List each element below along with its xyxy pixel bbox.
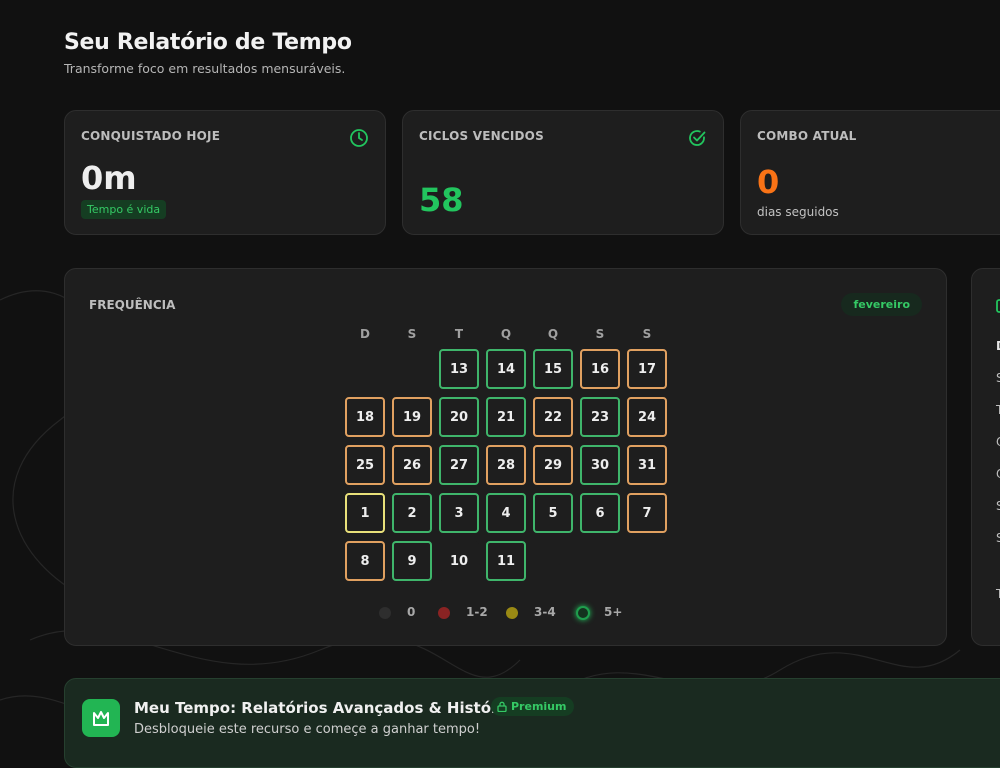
calendar-day[interactable]: 10 (439, 541, 479, 581)
card-combo: COMBO ATUAL 0 dias seguidos (740, 110, 1000, 235)
calendar-day[interactable]: 20 (439, 397, 479, 437)
premium-badge-label: Premium (511, 700, 567, 713)
calendar-day[interactable]: 29 (533, 445, 573, 485)
card-combo-caption: dias seguidos (757, 205, 839, 219)
card-combo-value: 0 (757, 163, 780, 201)
calendar-day[interactable]: 22 (533, 397, 573, 437)
calendar-day[interactable]: 5 (533, 493, 573, 533)
calendar-day[interactable]: 30 (580, 445, 620, 485)
calendar-day[interactable]: 3 (439, 493, 479, 533)
calendar-day[interactable]: 26 (392, 445, 432, 485)
side-panel-item: T (996, 587, 1000, 601)
premium-banner[interactable]: Meu Tempo: Relatórios Avançados & Histór… (64, 678, 1000, 768)
side-panel-item: S (996, 499, 1000, 513)
side-panel-item: S (996, 531, 1000, 545)
month-badge[interactable]: fevereiro (841, 293, 922, 316)
calendar-day[interactable]: 31 (627, 445, 667, 485)
page-title: Seu Relatório de Tempo (64, 30, 352, 55)
calendar-day[interactable]: 16 (580, 349, 620, 389)
legend-swatch (506, 607, 518, 619)
calendar-day[interactable]: 1 (345, 493, 385, 533)
card-combo-label: COMBO ATUAL (757, 129, 857, 143)
weekday-label: D (360, 327, 370, 341)
weekday-label: S (595, 327, 605, 341)
calendar-day[interactable]: 25 (345, 445, 385, 485)
banner-title: Meu Tempo: Relatórios Avançados & Histór… (134, 699, 523, 717)
calendar-day[interactable]: 8 (345, 541, 385, 581)
calendar-icon (996, 299, 1000, 313)
weekday-label: Q (500, 327, 512, 341)
legend-label: 5+ (604, 605, 623, 619)
lock-icon (497, 701, 507, 712)
premium-badge: Premium (491, 697, 575, 716)
crown-icon (82, 699, 120, 737)
frequency-card: FREQUÊNCIA fevereiro D S T Q Q S S 13 14 15 16 17 18… (64, 268, 947, 646)
calendar-day[interactable]: 18 (345, 397, 385, 437)
card-cycles-label: CICLOS VENCIDOS (419, 129, 544, 143)
calendar-day[interactable]: 24 (627, 397, 667, 437)
calendar-day[interactable]: 27 (439, 445, 479, 485)
calendar-day[interactable]: 2 (392, 493, 432, 533)
legend-label: 1-2 (466, 605, 488, 619)
calendar-day[interactable]: 17 (627, 349, 667, 389)
side-panel-item: S (996, 371, 1000, 385)
check-circle-icon (689, 130, 706, 146)
card-today: CONQUISTADO HOJE 0m Tempo é vida (64, 110, 386, 235)
legend-swatch (576, 606, 590, 620)
card-cycles-value: 58 (419, 181, 464, 219)
calendar-day[interactable]: 13 (439, 349, 479, 389)
weekday-label: S (642, 327, 652, 341)
calendar-day[interactable]: 15 (533, 349, 573, 389)
calendar-day[interactable]: 6 (580, 493, 620, 533)
legend-swatch (438, 607, 450, 619)
calendar-day[interactable]: 4 (486, 493, 526, 533)
clock-icon (350, 129, 368, 147)
calendar-day[interactable]: 11 (486, 541, 526, 581)
frequency-label: FREQUÊNCIA (89, 298, 176, 312)
legend-swatch (379, 607, 391, 619)
card-cycles: CICLOS VENCIDOS 58 (402, 110, 724, 235)
weekday-label: Q (547, 327, 559, 341)
legend-label: 0 (407, 605, 416, 619)
weekday-label: T (454, 327, 464, 341)
weekday-label: S (407, 327, 417, 341)
calendar-day[interactable]: 7 (627, 493, 667, 533)
side-panel-item: D (996, 339, 1000, 353)
calendar-day[interactable]: 19 (392, 397, 432, 437)
page-subtitle: Transforme foco em resultados mensurávei… (64, 61, 346, 76)
side-panel-item: Q (996, 435, 1000, 449)
calendar-day[interactable]: 23 (580, 397, 620, 437)
calendar-day[interactable]: 28 (486, 445, 526, 485)
banner-description: Desbloqueie este recurso e começe a ganh… (134, 722, 481, 737)
card-today-badge: Tempo é vida (81, 200, 167, 219)
card-today-label: CONQUISTADO HOJE (81, 129, 221, 143)
calendar-day[interactable]: 9 (392, 541, 432, 581)
calendar-day[interactable]: 14 (486, 349, 526, 389)
calendar-day[interactable]: 21 (486, 397, 526, 437)
side-panel-item: Q (996, 467, 1000, 481)
side-panel-item: T (996, 403, 1000, 417)
card-today-value: 0m (81, 159, 137, 197)
legend-label: 3-4 (534, 605, 556, 619)
side-panel: D S T Q Q S S T (971, 268, 1000, 646)
